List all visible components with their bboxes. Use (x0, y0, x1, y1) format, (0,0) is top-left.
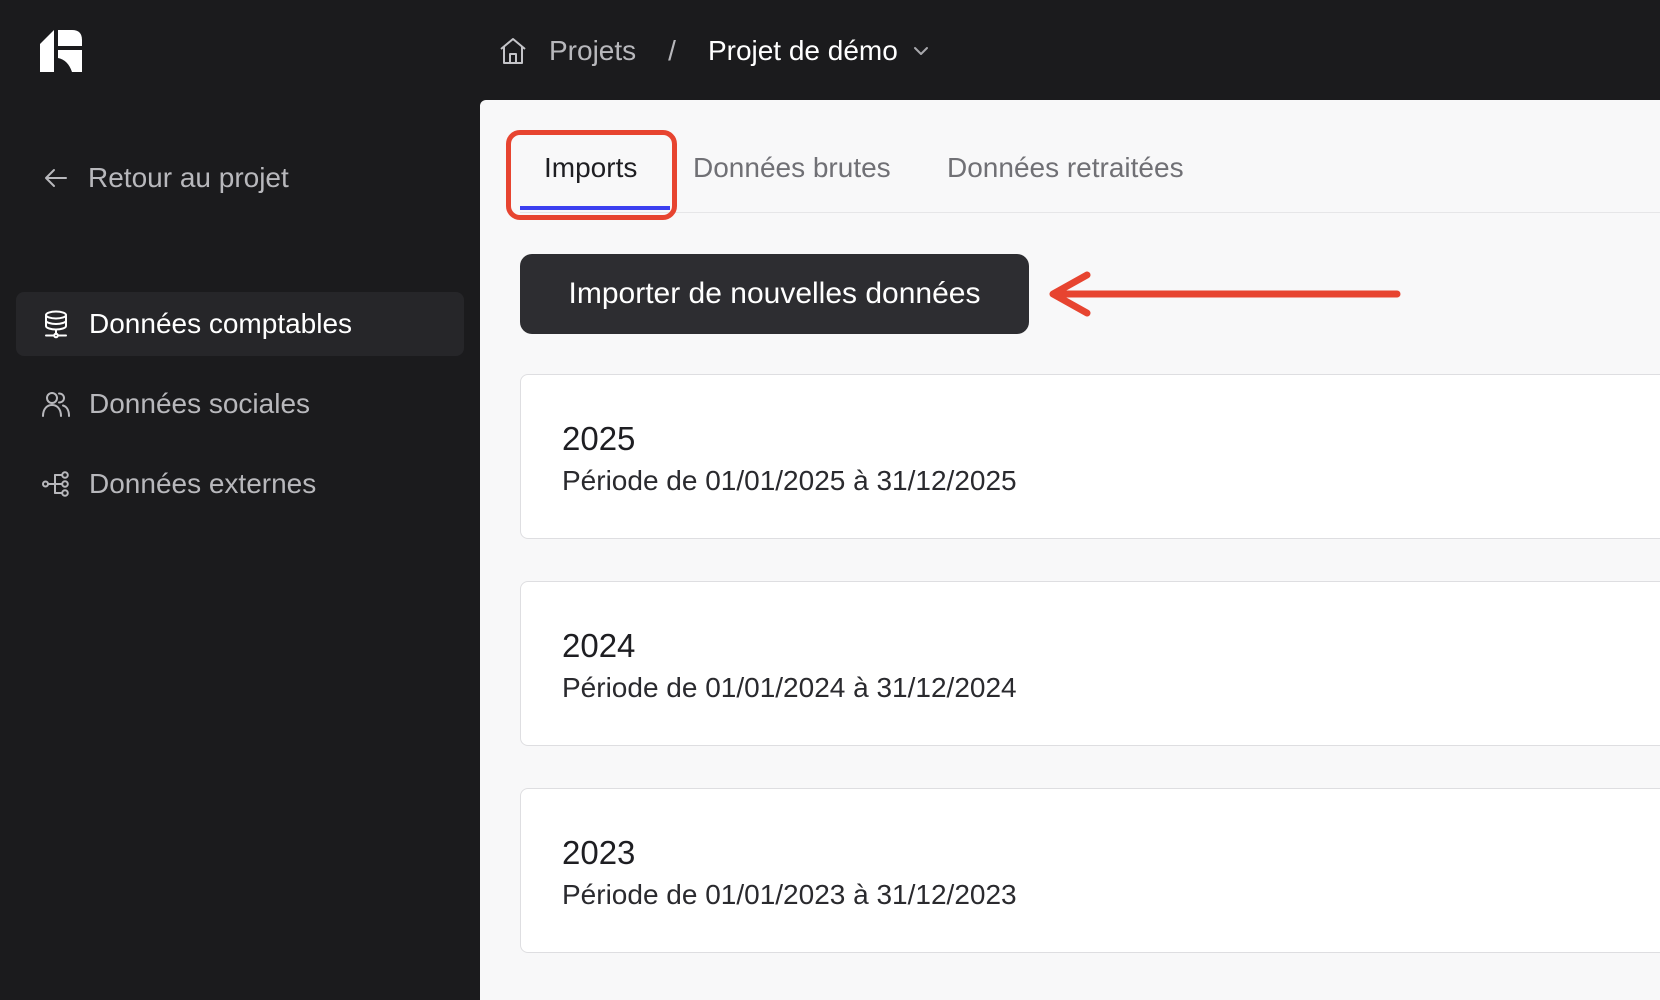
sidebar-item-donnees-comptables[interactable]: Données comptables (16, 292, 464, 356)
tabs-divider (520, 212, 1660, 213)
users-icon (41, 389, 89, 419)
tab-donnees-brutes[interactable]: Données brutes (693, 152, 891, 184)
tab-imports[interactable]: Imports (544, 152, 637, 184)
logo-mark (40, 30, 82, 72)
active-tab-indicator (520, 206, 670, 210)
arrow-annotation-icon (1047, 271, 1403, 317)
period-year: 2023 (562, 834, 636, 871)
period-year: 2025 (562, 420, 636, 457)
app-logo[interactable] (40, 30, 82, 72)
import-period-card[interactable]: 2023 Période de 01/01/2023 à 31/12/2023 (520, 788, 1660, 953)
breadcrumb-current-project[interactable]: Projet de démo (708, 35, 898, 67)
home-icon[interactable] (497, 35, 529, 67)
breadcrumb-projects-link[interactable]: Projets (549, 35, 636, 67)
period-year: 2024 (562, 627, 636, 664)
connector-icon (41, 469, 89, 499)
database-icon (41, 309, 89, 339)
back-link-label: Retour au projet (88, 162, 289, 193)
chevron-down-icon[interactable] (910, 40, 932, 62)
sidebar-item-donnees-sociales[interactable]: Données sociales (16, 372, 464, 436)
breadcrumb: Projets / Projet de démo (497, 30, 932, 72)
sidebar-item-donnees-externes[interactable]: Données externes (16, 452, 464, 516)
sidebar-item-label: Données externes (89, 468, 317, 499)
import-period-card[interactable]: 2025 Période de 01/01/2025 à 31/12/2025 (520, 374, 1660, 539)
period-range: Période de 01/01/2025 à 31/12/2025 (562, 465, 1017, 496)
sidebar-nav: Données comptables Données sociales Donn… (16, 292, 464, 532)
sidebar-item-label: Données comptables (89, 308, 353, 339)
main-panel: Imports Données brutes Données retraitée… (480, 100, 1660, 1000)
sidebar-item-label: Données sociales (89, 388, 311, 419)
period-range: Période de 01/01/2023 à 31/12/2023 (562, 879, 1017, 910)
arrow-left-icon (42, 164, 88, 192)
back-to-project-link[interactable]: Retour au projet (42, 162, 289, 194)
tab-donnees-retraitees[interactable]: Données retraitées (947, 152, 1184, 184)
import-period-list: 2025 Période de 01/01/2025 à 31/12/2025 … (520, 374, 1660, 995)
breadcrumb-separator: / (668, 35, 676, 66)
period-range: Période de 01/01/2024 à 31/12/2024 (562, 672, 1017, 703)
import-new-data-button[interactable]: Importer de nouvelles données (520, 254, 1029, 334)
import-period-card[interactable]: 2024 Période de 01/01/2024 à 31/12/2024 (520, 581, 1660, 746)
